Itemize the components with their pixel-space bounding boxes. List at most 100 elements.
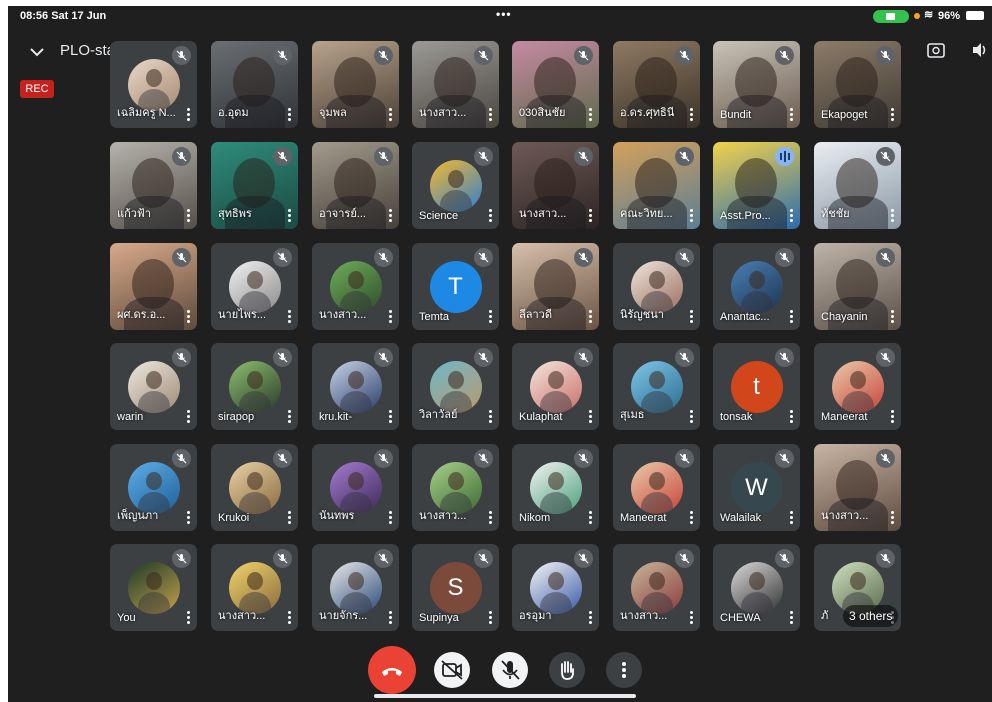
participant-tile[interactable]: Chayanin bbox=[814, 243, 901, 330]
participant-menu-icon[interactable] bbox=[589, 209, 592, 222]
raise-hand-button[interactable] bbox=[549, 652, 585, 688]
participant-tile[interactable]: S Supinya bbox=[412, 544, 499, 631]
participant-tile[interactable]: Maneerat bbox=[814, 343, 901, 430]
participant-tile[interactable]: sirapop bbox=[211, 343, 298, 430]
participant-menu-icon[interactable] bbox=[187, 310, 190, 323]
participant-menu-icon[interactable] bbox=[389, 611, 392, 624]
participant-menu-icon[interactable] bbox=[790, 209, 793, 222]
participant-menu-icon[interactable] bbox=[288, 611, 291, 624]
participant-tile[interactable]: อ.อุดม bbox=[211, 41, 298, 128]
participant-tile[interactable]: จุมพล bbox=[312, 41, 399, 128]
participant-tile[interactable]: เพ็ญนภา bbox=[110, 444, 197, 531]
participant-tile[interactable]: นายไพร... bbox=[211, 243, 298, 330]
participant-menu-icon[interactable] bbox=[187, 611, 190, 624]
participant-menu-icon[interactable] bbox=[187, 209, 190, 222]
participant-tile[interactable]: ผศ.ดร.อ... bbox=[110, 243, 197, 330]
participant-tile[interactable]: คณะวิทย... bbox=[613, 142, 700, 229]
participant-tile[interactable]: You bbox=[110, 544, 197, 631]
participant-tile[interactable]: W Walailak bbox=[713, 444, 800, 531]
participant-menu-icon[interactable] bbox=[288, 310, 291, 323]
mic-toggle-button[interactable] bbox=[492, 652, 528, 688]
participant-menu-icon[interactable] bbox=[489, 310, 492, 323]
participant-tile[interactable]: นางสาว... bbox=[814, 444, 901, 531]
participant-menu-icon[interactable] bbox=[288, 108, 291, 121]
participant-menu-icon[interactable] bbox=[489, 108, 492, 121]
participant-menu-icon[interactable] bbox=[589, 611, 592, 624]
participant-menu-icon[interactable] bbox=[891, 209, 894, 222]
participant-menu-icon[interactable] bbox=[589, 108, 592, 121]
participant-menu-icon[interactable] bbox=[891, 511, 894, 524]
chevron-down-icon[interactable] bbox=[30, 44, 44, 60]
participant-tile[interactable]: Krukoi bbox=[211, 444, 298, 531]
participant-menu-icon[interactable] bbox=[489, 209, 492, 222]
participant-tile[interactable]: เฉลิมครู N... bbox=[110, 41, 197, 128]
participant-tile[interactable]: Kulaphat bbox=[512, 343, 599, 430]
participant-tile[interactable]: Maneerat bbox=[613, 444, 700, 531]
participant-tile[interactable]: Bundit bbox=[713, 41, 800, 128]
participant-tile[interactable]: วิลาวัลย์ bbox=[412, 343, 499, 430]
participant-tile[interactable]: T Temta bbox=[412, 243, 499, 330]
home-indicator[interactable] bbox=[374, 694, 636, 698]
participant-menu-icon[interactable] bbox=[690, 108, 693, 121]
participant-menu-icon[interactable] bbox=[589, 410, 592, 423]
participant-menu-icon[interactable] bbox=[187, 410, 190, 423]
more-options-button[interactable] bbox=[606, 652, 642, 688]
participant-menu-icon[interactable] bbox=[891, 108, 894, 121]
participant-menu-icon[interactable] bbox=[389, 410, 392, 423]
participant-tile[interactable]: นางสาว... bbox=[312, 243, 399, 330]
speaker-icon[interactable] bbox=[970, 40, 990, 60]
participant-tile[interactable]: CHEWA bbox=[713, 544, 800, 631]
participant-tile[interactable]: อาจารย์... bbox=[312, 142, 399, 229]
switch-camera-icon[interactable] bbox=[926, 40, 946, 60]
participant-tile[interactable]: kru.kit- bbox=[312, 343, 399, 430]
camera-toggle-button[interactable] bbox=[434, 652, 470, 688]
participant-menu-icon[interactable] bbox=[790, 108, 793, 121]
participant-tile[interactable]: ลีลาวดี bbox=[512, 243, 599, 330]
participant-menu-icon[interactable] bbox=[489, 611, 492, 624]
participant-tile[interactable]: นางสาว... bbox=[613, 544, 700, 631]
participant-menu-icon[interactable] bbox=[489, 511, 492, 524]
participant-tile[interactable]: Science bbox=[412, 142, 499, 229]
participant-menu-icon[interactable] bbox=[288, 209, 291, 222]
participant-menu-icon[interactable] bbox=[690, 511, 693, 524]
participant-tile[interactable]: นิรัญชนา bbox=[613, 243, 700, 330]
participant-menu-icon[interactable] bbox=[690, 611, 693, 624]
participant-tile[interactable]: นางสาว... bbox=[412, 41, 499, 128]
participant-menu-icon[interactable] bbox=[690, 310, 693, 323]
participant-tile[interactable]: t tonsak bbox=[713, 343, 800, 430]
participant-tile[interactable]: Ekapoget bbox=[814, 41, 901, 128]
participant-tile[interactable]: 030สินชัย bbox=[512, 41, 599, 128]
participant-tile[interactable]: นันทพร bbox=[312, 444, 399, 531]
participant-tile[interactable]: Nikom bbox=[512, 444, 599, 531]
participant-tile[interactable]: warin bbox=[110, 343, 197, 430]
others-badge[interactable]: 3 others bbox=[843, 605, 899, 627]
participant-tile[interactable]: นายจักร... bbox=[312, 544, 399, 631]
participant-menu-icon[interactable] bbox=[187, 108, 190, 121]
participant-tile[interactable]: อรอุมา bbox=[512, 544, 599, 631]
participant-menu-icon[interactable] bbox=[389, 108, 392, 121]
participant-tile[interactable]: ทัชชัย bbox=[814, 142, 901, 229]
participant-menu-icon[interactable] bbox=[690, 410, 693, 423]
participant-tile[interactable]: Anantac... bbox=[713, 243, 800, 330]
participant-menu-icon[interactable] bbox=[891, 410, 894, 423]
participant-menu-icon[interactable] bbox=[187, 511, 190, 524]
participant-tile[interactable]: อ.ดร.ศุทธินี bbox=[613, 41, 700, 128]
participant-tile[interactable]: แก้วฟ้า bbox=[110, 142, 197, 229]
participant-menu-icon[interactable] bbox=[389, 209, 392, 222]
participant-menu-icon[interactable] bbox=[589, 511, 592, 524]
participant-menu-icon[interactable] bbox=[790, 310, 793, 323]
hangup-button[interactable] bbox=[368, 646, 416, 694]
participant-menu-icon[interactable] bbox=[790, 611, 793, 624]
participant-menu-icon[interactable] bbox=[790, 511, 793, 524]
participant-tile[interactable]: สุเมธ bbox=[613, 343, 700, 430]
participant-menu-icon[interactable] bbox=[790, 410, 793, 423]
participant-menu-icon[interactable] bbox=[489, 410, 492, 423]
participant-menu-icon[interactable] bbox=[389, 511, 392, 524]
participant-tile[interactable]: นางสาว... bbox=[412, 444, 499, 531]
participant-tile[interactable]: Asst.Pro... bbox=[713, 142, 800, 229]
participant-menu-icon[interactable] bbox=[288, 410, 291, 423]
participant-menu-icon[interactable] bbox=[891, 310, 894, 323]
participant-menu-icon[interactable] bbox=[288, 511, 291, 524]
multitask-dots[interactable]: ••• bbox=[496, 7, 512, 21]
participant-tile[interactable]: สุทธิพร bbox=[211, 142, 298, 229]
